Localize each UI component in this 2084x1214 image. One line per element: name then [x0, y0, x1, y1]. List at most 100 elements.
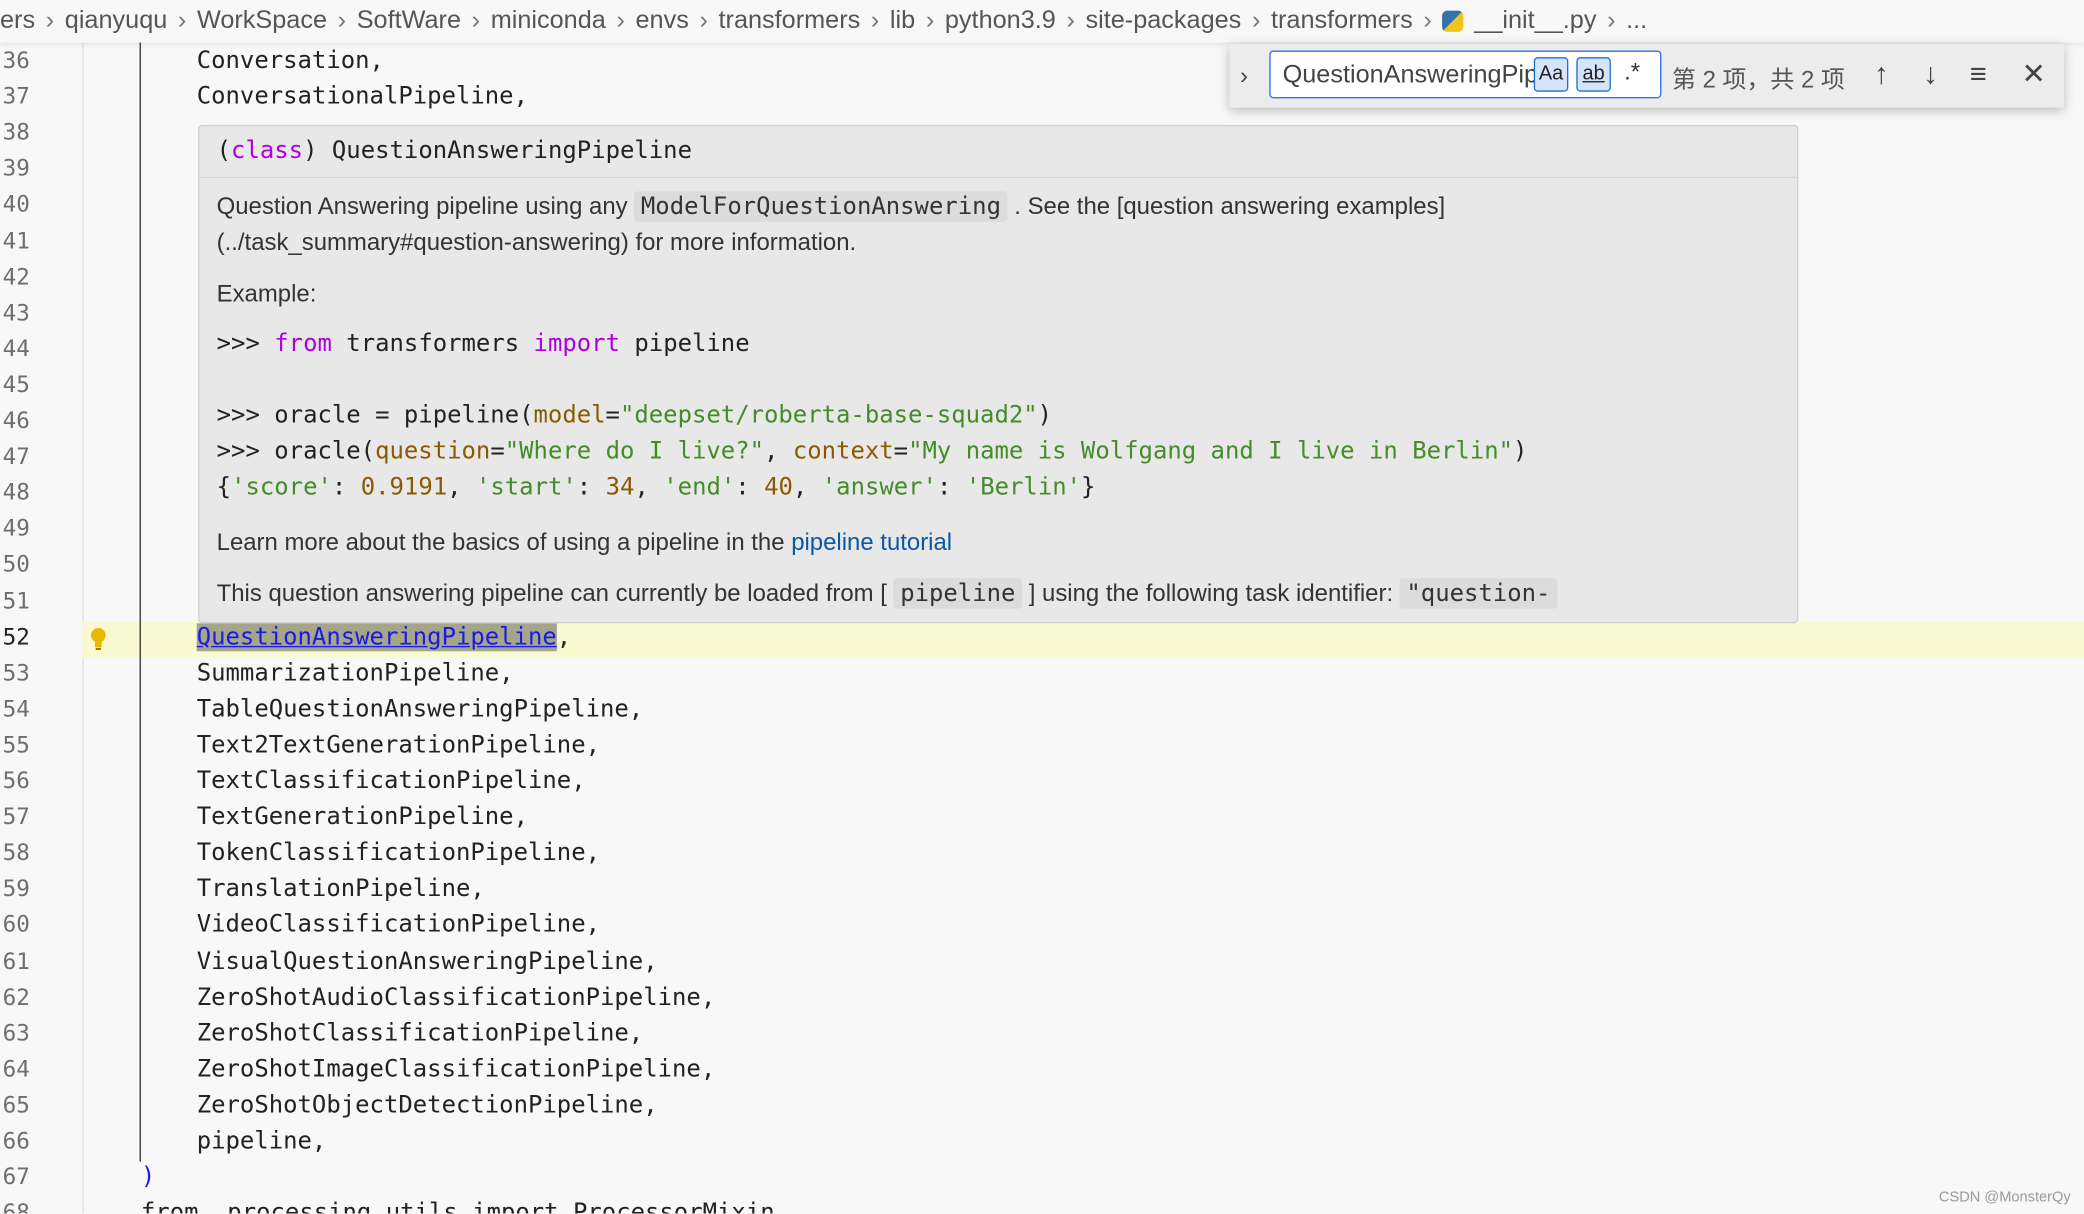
code-line[interactable]: Text2TextGenerationPipeline, — [197, 731, 600, 759]
code-text[interactable]: ZeroShotAudioClassificationPipeline, — [197, 983, 716, 1011]
previous-match-arrow-up-icon[interactable]: ↑ — [1874, 57, 1889, 92]
code-line[interactable]: Conversation, — [197, 47, 384, 75]
watermark: CSDN @MonsterQy — [1938, 1189, 2071, 1206]
code-token: = — [605, 401, 620, 430]
example-line: >>> oracle(question="Where do I live?", … — [217, 437, 1528, 465]
code-line[interactable]: TranslationPipeline, — [197, 875, 485, 903]
lightbulb-icon[interactable] — [89, 627, 108, 651]
code-line[interactable]: TextGenerationPipeline, — [197, 803, 528, 831]
code-token: ) — [1037, 401, 1053, 430]
code-text[interactable]: TranslationPipeline, — [197, 875, 485, 903]
hover-signature: (class) QuestionAnsweringPipeline — [199, 126, 1797, 179]
find-widget: › QuestionAnsweringPipeline Aa ab .* 第 2… — [1229, 43, 2065, 108]
code-text[interactable]: ZeroShotClassificationPipeline, — [197, 1019, 644, 1047]
code-line[interactable]: ) — [141, 1163, 155, 1191]
find-in-selection-icon[interactable]: ≡ — [1970, 57, 1987, 92]
line-number: 50 — [2, 552, 30, 579]
breadcrumb-item[interactable]: envs — [635, 7, 688, 36]
code-text[interactable]: VisualQuestionAnsweringPipeline, — [197, 947, 658, 975]
code-token: : — [576, 473, 606, 502]
code-line[interactable]: TableQuestionAnsweringPipeline, — [197, 695, 644, 723]
code-text[interactable]: from .processing_utils import ProcessorM… — [141, 1199, 775, 1213]
close-icon[interactable]: ✕ — [2022, 57, 2047, 92]
task-text: ] using the following task identifier: — [1022, 579, 1400, 607]
breadcrumb-item[interactable]: python3.9 — [945, 7, 1056, 36]
code-token: : — [936, 473, 966, 502]
breadcrumb-item[interactable]: site-packages — [1086, 7, 1242, 36]
breadcrumb-item[interactable]: lib — [890, 7, 915, 36]
code-token: transformers — [331, 329, 534, 358]
line-number: 45 — [2, 372, 30, 399]
breadcrumb-item[interactable]: qianyuqu — [65, 7, 168, 36]
python-file-icon — [1442, 10, 1464, 32]
line-number: 58 — [2, 840, 30, 867]
code-punct: , — [556, 622, 572, 651]
code-line[interactable]: ZeroShotImageClassificationPipeline, — [197, 1055, 716, 1083]
code-line[interactable]: from .processing_utils import ProcessorM… — [141, 1199, 775, 1213]
next-match-arrow-down-icon[interactable]: ↓ — [1923, 57, 1938, 92]
code-line[interactable]: SummarizationPipeline, — [197, 659, 514, 687]
breadcrumb-item[interactable]: WorkSpace — [197, 7, 327, 36]
code-line[interactable]: TextClassificationPipeline, — [197, 767, 586, 795]
code-line[interactable]: pipeline, — [197, 1127, 327, 1155]
learn-more: Learn more about the basics of using a p… — [217, 529, 952, 557]
code-text[interactable]: TextClassificationPipeline, — [197, 767, 586, 795]
code-token: "Where do I live?" — [504, 437, 765, 466]
code-line[interactable]: ZeroShotAudioClassificationPipeline, — [197, 983, 716, 1011]
code-text[interactable]: QuestionAnsweringPipeline — [196, 622, 557, 651]
code-token: 'end' — [663, 473, 736, 502]
signature-kind: class — [231, 136, 304, 165]
code-token: , — [792, 473, 822, 502]
code-token: >>> oracle( — [216, 437, 376, 466]
code-line[interactable]: ConversationalPipeline, — [197, 83, 528, 111]
chevron-right-icon: › — [45, 6, 55, 35]
breadcrumb-item[interactable]: __init__.py — [1474, 7, 1596, 36]
code-text[interactable]: SummarizationPipeline, — [197, 659, 514, 687]
code-text[interactable]: Text2TextGenerationPipeline, — [197, 731, 600, 759]
code-text[interactable]: TableQuestionAnsweringPipeline, — [197, 695, 644, 723]
code-text[interactable]: ZeroShotImageClassificationPipeline, — [197, 1055, 716, 1083]
breadcrumb-item[interactable]: ... — [1626, 7, 1647, 36]
code-text[interactable]: ZeroShotObjectDetectionPipeline, — [197, 1091, 658, 1119]
code-text[interactable]: ) — [141, 1163, 155, 1191]
code-line[interactable]: TokenClassificationPipeline, — [197, 839, 600, 867]
whole-word-toggle[interactable]: ab — [1576, 57, 1611, 92]
breadcrumb-item[interactable]: transformers — [1271, 7, 1413, 36]
chevron-right-icon: › — [177, 6, 187, 35]
breadcrumb-item[interactable]: SoftWare — [357, 7, 461, 36]
line-number: 56 — [2, 768, 30, 795]
line-number: 52 — [2, 624, 30, 651]
code-text[interactable]: Conversation, — [197, 47, 384, 75]
regex-toggle[interactable]: .* — [1624, 58, 1640, 86]
code-token: { — [216, 473, 232, 502]
code-line[interactable]: VisualQuestionAnsweringPipeline, — [197, 947, 658, 975]
inline-code: pipeline — [893, 578, 1023, 609]
code-line[interactable]: ZeroShotObjectDetectionPipeline, — [197, 1091, 658, 1119]
find-input[interactable]: QuestionAnsweringPipeline Aa ab .* — [1269, 50, 1662, 99]
toggle-replace-chevron-icon[interactable]: › — [1240, 62, 1248, 90]
chevron-right-icon: › — [1066, 6, 1075, 35]
match-case-toggle[interactable]: Aa — [1533, 57, 1569, 92]
code-text[interactable]: TextGenerationPipeline, — [197, 803, 528, 831]
code-text[interactable]: TokenClassificationPipeline, — [197, 839, 600, 867]
code-text[interactable]: VideoClassificationPipeline, — [197, 911, 600, 939]
find-input-value[interactable]: QuestionAnsweringPipeline — [1283, 61, 1536, 90]
breadcrumb-item[interactable]: miniconda — [491, 7, 606, 36]
code-text[interactable]: ConversationalPipeline, — [197, 83, 528, 111]
pipeline-tutorial-link[interactable]: pipeline tutorial — [791, 529, 952, 556]
code-line[interactable]: ZeroShotClassificationPipeline, — [197, 1019, 644, 1047]
chevron-right-icon: › — [471, 6, 481, 35]
breadcrumb-item[interactable]: transformers — [719, 7, 861, 36]
chevron-right-icon: › — [1423, 6, 1432, 35]
code-line[interactable]: VideoClassificationPipeline, — [197, 911, 600, 939]
code-token: pipeline — [619, 329, 750, 358]
line-number: 59 — [2, 876, 30, 903]
breadcrumb-item[interactable]: ers — [0, 7, 35, 36]
line-number: 53 — [2, 660, 30, 687]
code-text[interactable]: pipeline, — [197, 1127, 327, 1155]
code-token: import — [533, 329, 620, 358]
code-line[interactable]: QuestionAnsweringPipeline, — [196, 622, 572, 651]
line-number: 68 — [0, 1200, 56, 1213]
hover-description-2: (../task_summary#question-answering) for… — [216, 228, 857, 256]
desc-text: Question Answering pipeline using any — [216, 192, 635, 220]
